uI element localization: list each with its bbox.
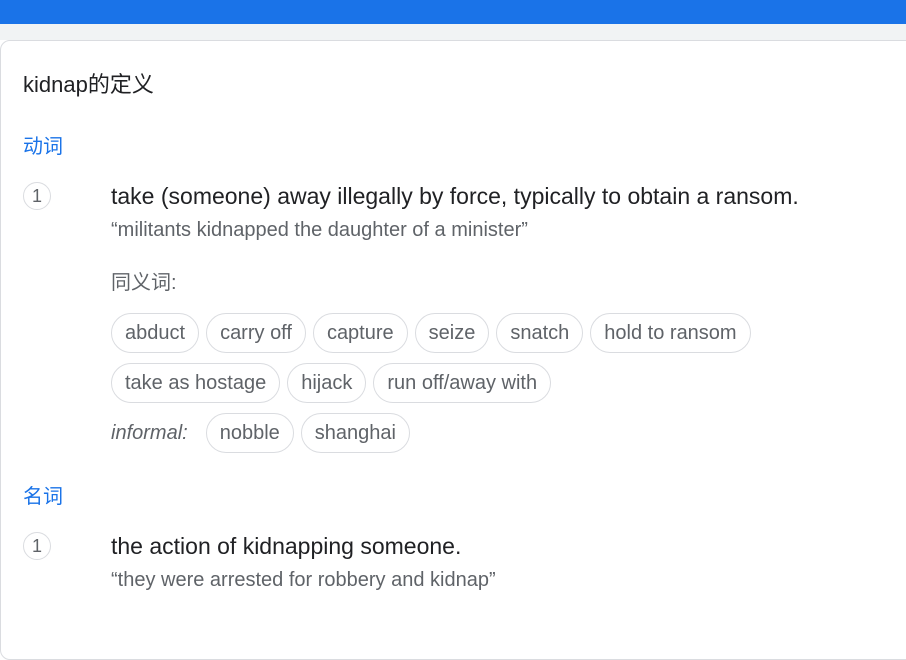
sense-number-noun-1: 1 — [23, 532, 51, 560]
definition-verb-1: take (someone) away illegally by force, … — [111, 183, 799, 209]
synonym-chip-nobble[interactable]: nobble — [205, 413, 294, 453]
example-noun-1: “they were arrested for robbery and kidn… — [111, 569, 496, 591]
top-bar-shadow — [0, 24, 906, 40]
synonym-chip-run-off-away-with[interactable]: run off/away with — [373, 363, 552, 403]
synonym-chip-snatch[interactable]: snatch — [496, 313, 584, 353]
synonym-chip-carry-off[interactable]: carry off — [206, 313, 306, 353]
synonyms-row-1: abduct carry off capture seize snatch ho… — [111, 313, 751, 353]
sense-number-verb-1: 1 — [23, 182, 51, 210]
informal-label: informal: — [111, 422, 188, 444]
synonyms-label: 同义词: — [111, 272, 177, 294]
synonym-chip-hijack[interactable]: hijack — [287, 363, 367, 403]
synonym-chip-take-as-hostage[interactable]: take as hostage — [111, 363, 281, 403]
definition-noun-1: the action of kidnapping someone. — [111, 533, 462, 559]
example-verb-1: “militants kidnapped the daughter of a m… — [111, 219, 528, 241]
synonym-chip-abduct[interactable]: abduct — [111, 313, 200, 353]
page-title: kidnap的定义 — [23, 72, 154, 97]
part-of-speech-noun: 名词 — [23, 486, 63, 508]
top-bar — [0, 0, 906, 24]
part-of-speech-verb: 动词 — [23, 136, 63, 158]
synonym-chip-shanghai[interactable]: shanghai — [300, 413, 410, 453]
synonym-chip-seize[interactable]: seize — [414, 313, 490, 353]
synonym-chip-hold-to-ransom[interactable]: hold to ransom — [590, 313, 751, 353]
informal-synonyms-row: informal: nobble shanghai — [111, 413, 410, 453]
synonyms-row-2: take as hostage hijack run off/away with — [111, 363, 552, 403]
synonym-chip-capture[interactable]: capture — [312, 313, 408, 353]
